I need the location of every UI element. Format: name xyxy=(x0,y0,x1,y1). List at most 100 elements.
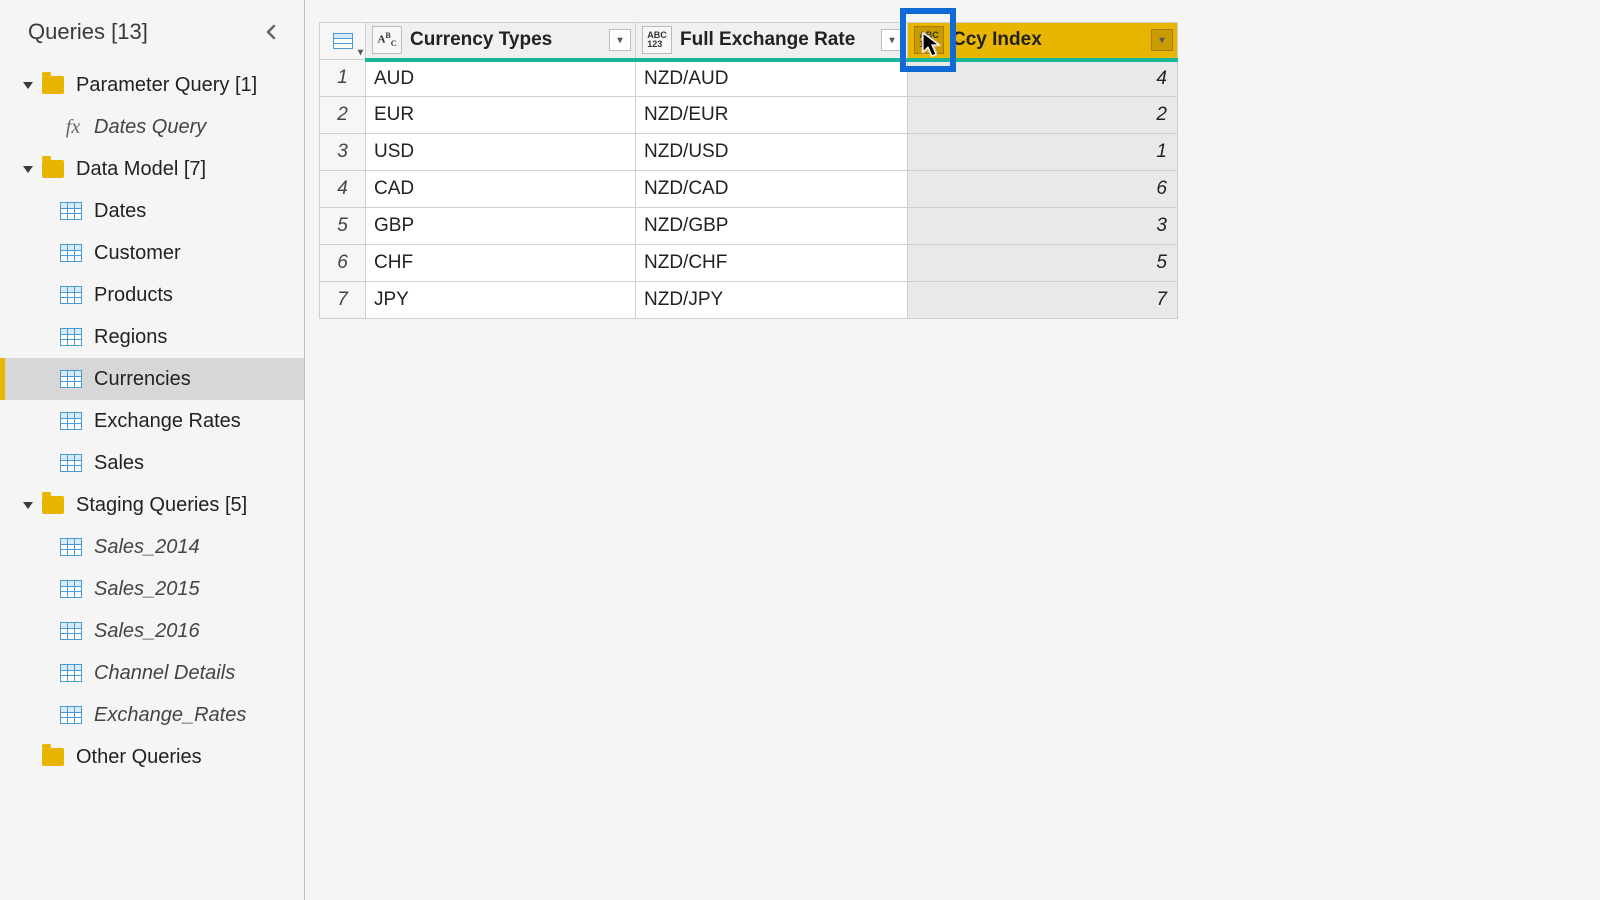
sidebar-item-label: Products xyxy=(94,284,173,307)
type-icon-any[interactable]: ABC 123 xyxy=(914,26,944,54)
cell-full-exchange-rate[interactable]: NZD/GBP xyxy=(636,208,908,245)
column-filter-button[interactable]: ▾ xyxy=(881,29,903,51)
cell-ccy-index[interactable]: 4 xyxy=(908,60,1178,97)
sidebar-group[interactable]: Parameter Query [1] xyxy=(0,64,304,106)
cell-ccy-index[interactable]: 1 xyxy=(908,134,1178,171)
sidebar-item[interactable]: Exchange Rates xyxy=(0,400,304,442)
data-preview-pane: ▾ ABC Currency Types ▾ xyxy=(305,0,1600,900)
sidebar-item[interactable]: Currencies xyxy=(0,358,304,400)
sidebar-item[interactable]: fxDates Query xyxy=(0,106,304,148)
sidebar-group-label: Parameter Query [1] xyxy=(76,74,257,97)
table-icon xyxy=(60,580,82,598)
sidebar-item-label: Dates Query xyxy=(94,116,206,139)
sidebar-item[interactable]: Sales xyxy=(0,442,304,484)
table-row[interactable]: 5GBPNZD/GBP3 xyxy=(320,208,1178,245)
table-icon xyxy=(60,454,82,472)
table-icon xyxy=(60,664,82,682)
sidebar-item[interactable]: Channel Details xyxy=(0,652,304,694)
row-number: 7 xyxy=(320,282,366,319)
sidebar-item-label: Customer xyxy=(94,242,181,265)
cell-full-exchange-rate[interactable]: NZD/CAD xyxy=(636,171,908,208)
row-number: 3 xyxy=(320,134,366,171)
table-icon xyxy=(60,328,82,346)
cell-currency-types[interactable]: JPY xyxy=(366,282,636,319)
cell-ccy-index[interactable]: 6 xyxy=(908,171,1178,208)
sidebar-item[interactable]: Customer xyxy=(0,232,304,274)
table-row[interactable]: 3USDNZD/USD1 xyxy=(320,134,1178,171)
sidebar-item-label: Regions xyxy=(94,326,167,349)
cell-ccy-index[interactable]: 5 xyxy=(908,245,1178,282)
cell-currency-types[interactable]: EUR xyxy=(366,97,636,134)
sidebar-item[interactable]: Products xyxy=(0,274,304,316)
sidebar-item-label: Sales xyxy=(94,452,144,475)
table-icon xyxy=(60,622,82,640)
column-filter-button[interactable]: ▾ xyxy=(609,29,631,51)
type-icon-text[interactable]: ABC xyxy=(372,26,402,54)
cell-currency-types[interactable]: GBP xyxy=(366,208,636,245)
column-header-ccy-index[interactable]: ABC 123 Ccy Index ▾ xyxy=(908,23,1178,60)
row-number: 1 xyxy=(320,60,366,97)
cell-full-exchange-rate[interactable]: NZD/USD xyxy=(636,134,908,171)
sidebar-group-other[interactable]: Other Queries xyxy=(0,736,304,778)
cell-currency-types[interactable]: AUD xyxy=(366,60,636,97)
sidebar-item-label: Dates xyxy=(94,200,146,223)
row-number: 4 xyxy=(320,171,366,208)
table-row[interactable]: 4CADNZD/CAD6 xyxy=(320,171,1178,208)
cell-full-exchange-rate[interactable]: NZD/CHF xyxy=(636,245,908,282)
cell-currency-types[interactable]: USD xyxy=(366,134,636,171)
sidebar-group[interactable]: Staging Queries [5] xyxy=(0,484,304,526)
cell-currency-types[interactable]: CHF xyxy=(366,245,636,282)
table-row[interactable]: 1AUDNZD/AUD4 xyxy=(320,60,1178,97)
column-header-full-exchange-rate[interactable]: ABC 123 Full Exchange Rate ▾ xyxy=(636,23,908,60)
chevron-down-icon: ▾ xyxy=(358,47,363,58)
column-filter-button[interactable]: ▾ xyxy=(1151,29,1173,51)
cell-ccy-index[interactable]: 3 xyxy=(908,208,1178,245)
sidebar-group-label: Other Queries xyxy=(76,746,202,769)
table-row[interactable]: 7JPYNZD/JPY7 xyxy=(320,282,1178,319)
row-number: 6 xyxy=(320,245,366,282)
folder-icon xyxy=(42,76,64,94)
sidebar-header: Queries [13] xyxy=(0,8,304,64)
type-icon-any[interactable]: ABC 123 xyxy=(642,26,672,54)
sidebar-item[interactable]: Exchange_Rates xyxy=(0,694,304,736)
table-row[interactable]: 2EURNZD/EUR2 xyxy=(320,97,1178,134)
table-icon xyxy=(60,706,82,724)
sidebar-item[interactable]: Sales_2015 xyxy=(0,568,304,610)
column-header-currency-types[interactable]: ABC Currency Types ▾ xyxy=(366,23,636,60)
cell-full-exchange-rate[interactable]: NZD/AUD xyxy=(636,60,908,97)
sidebar-group-label: Staging Queries [5] xyxy=(76,494,247,517)
folder-icon xyxy=(42,160,64,178)
sidebar-item[interactable]: Dates xyxy=(0,190,304,232)
data-table[interactable]: ▾ ABC Currency Types ▾ xyxy=(319,22,1178,319)
table-icon xyxy=(60,412,82,430)
sidebar-item-label: Sales_2015 xyxy=(94,578,200,601)
caret-down-icon xyxy=(20,163,36,175)
queries-sidebar: Queries [13] Parameter Query [1] fxDates … xyxy=(0,0,305,900)
table-corner-button[interactable]: ▾ xyxy=(320,23,366,60)
caret-down-icon xyxy=(20,499,36,511)
sidebar-item-label: Channel Details xyxy=(94,662,235,685)
sidebar-item-label: Sales_2016 xyxy=(94,620,200,643)
collapse-sidebar-button[interactable] xyxy=(258,18,286,46)
sidebar-item[interactable]: Regions xyxy=(0,316,304,358)
cell-ccy-index[interactable]: 2 xyxy=(908,97,1178,134)
cell-full-exchange-rate[interactable]: NZD/EUR xyxy=(636,97,908,134)
caret-down-icon xyxy=(20,79,36,91)
sidebar-title: Queries [13] xyxy=(28,19,148,45)
table-icon xyxy=(60,538,82,556)
sidebar-item-label: Exchange_Rates xyxy=(94,704,246,727)
table-icon xyxy=(60,370,82,388)
folder-icon xyxy=(42,496,64,514)
cell-currency-types[interactable]: CAD xyxy=(366,171,636,208)
row-number: 5 xyxy=(320,208,366,245)
sidebar-group[interactable]: Data Model [7] xyxy=(0,148,304,190)
table-icon xyxy=(60,244,82,262)
table-icon xyxy=(60,286,82,304)
row-number: 2 xyxy=(320,97,366,134)
sidebar-item[interactable]: Sales_2016 xyxy=(0,610,304,652)
column-name: Full Exchange Rate xyxy=(680,29,881,51)
cell-full-exchange-rate[interactable]: NZD/JPY xyxy=(636,282,908,319)
table-row[interactable]: 6CHFNZD/CHF5 xyxy=(320,245,1178,282)
sidebar-item[interactable]: Sales_2014 xyxy=(0,526,304,568)
cell-ccy-index[interactable]: 7 xyxy=(908,282,1178,319)
